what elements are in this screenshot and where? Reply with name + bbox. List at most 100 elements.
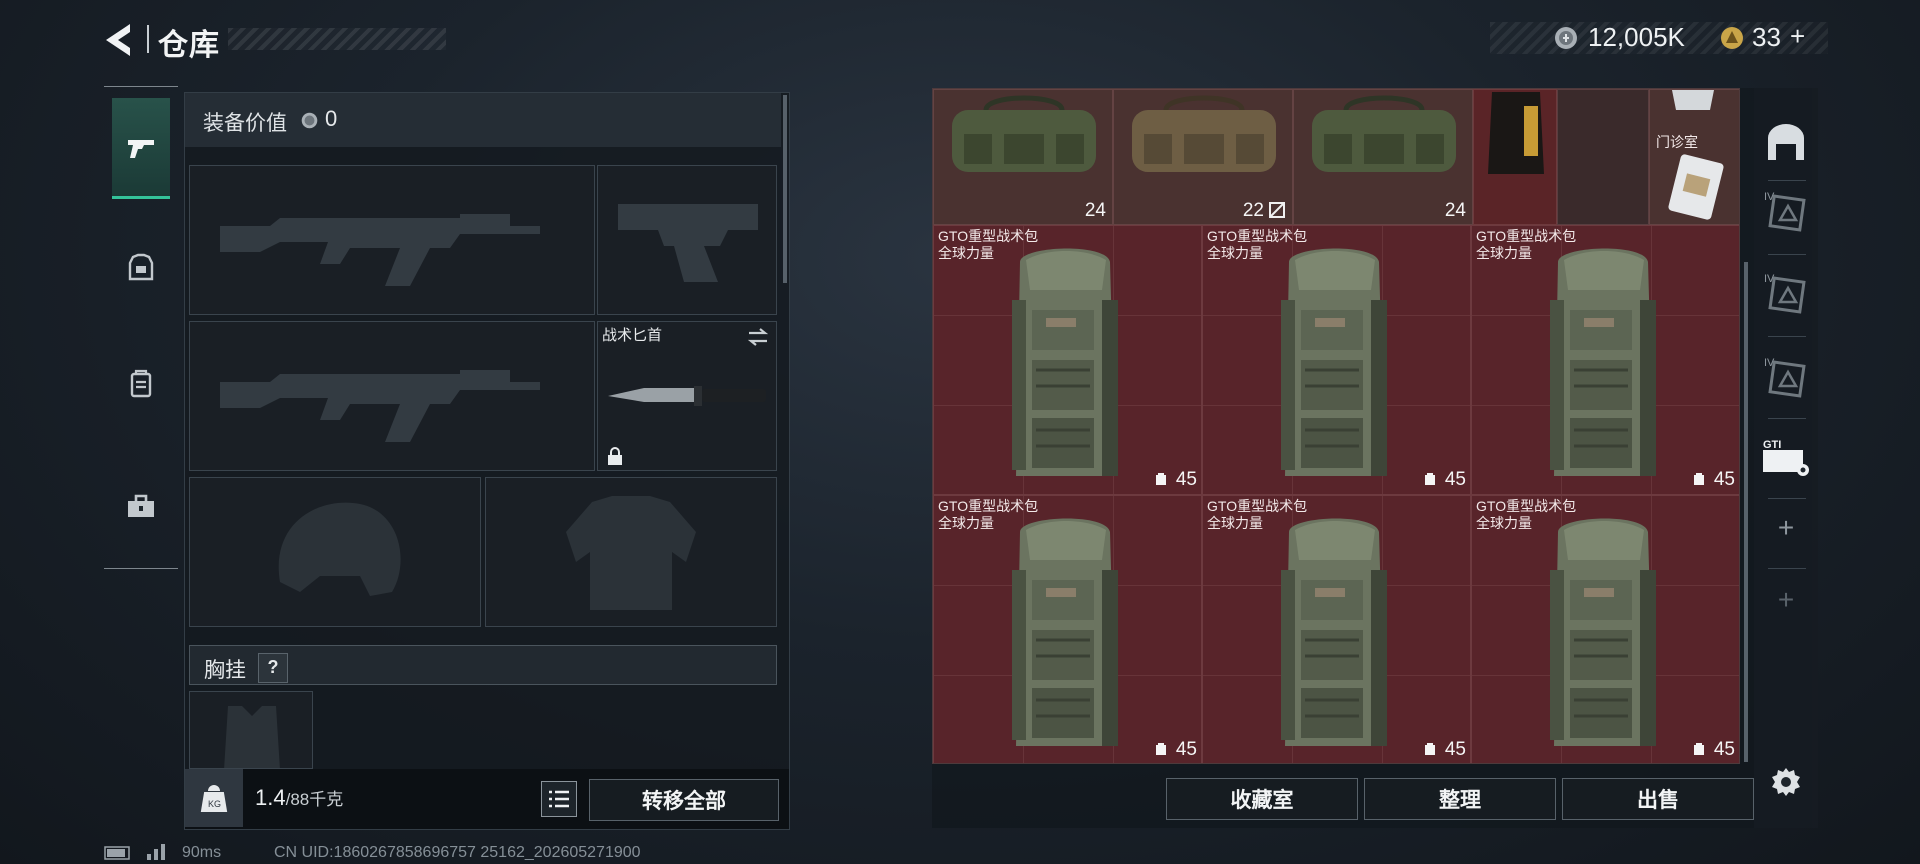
storage-item-backpack[interactable]: GTO重型战术包 全球力量 45 — [933, 495, 1202, 763]
backpack-capacity-icon — [1425, 743, 1435, 755]
sidebar-case-2[interactable]: IV — [1760, 266, 1812, 318]
tactical-backpack-icon — [1281, 518, 1387, 746]
duffel-capacity: 22 — [1242, 200, 1264, 221]
equipment-value-label: 装备价值 — [203, 112, 287, 135]
tactical-backpack-icon — [1281, 248, 1387, 476]
gear-icon — [1772, 768, 1800, 796]
ping-readout: 90ms — [182, 844, 222, 861]
helmet-slot[interactable] — [189, 477, 481, 627]
duffel-capacity: 24 — [1084, 200, 1106, 221]
storage-item-duffel[interactable]: 24 — [1293, 89, 1473, 225]
svg-text:KG: KG — [208, 799, 221, 809]
knife-icon — [608, 386, 766, 406]
duffel-bag-icon — [1132, 95, 1276, 172]
tab-backpacks[interactable] — [112, 356, 170, 412]
loadout-panel: 装备价值 0 战术匕首 胸挂 ? KG 1.4/88千克 转移全部 — [184, 92, 790, 830]
carry-weight-value: 1.4 — [255, 785, 286, 810]
storage-item-duffel[interactable]: 22 — [1113, 89, 1293, 225]
battery-icon — [104, 846, 130, 860]
case-icon: IV — [1764, 273, 1806, 314]
tactical-backpack-icon — [1012, 518, 1118, 746]
sidebar-case-1[interactable]: IV — [1760, 184, 1812, 236]
equipment-value-amount: 0 — [325, 106, 338, 131]
vest-silhouette-icon — [566, 496, 696, 610]
list-icon — [549, 790, 569, 808]
backpack-brand: 全球力量 — [938, 515, 994, 531]
loadout-header: 装备价值 0 — [185, 93, 781, 147]
secondary-rifle-slot[interactable] — [189, 321, 595, 471]
chest-rig-header: 胸挂 ? — [189, 645, 777, 685]
helmet-silhouette-icon — [278, 502, 401, 596]
backpack-capacity-icon — [1156, 473, 1166, 485]
gold-amount: 33 — [1752, 22, 1781, 52]
body-armor-slot[interactable] — [485, 477, 777, 627]
case-icon: IV — [1764, 357, 1806, 398]
duffel-bag-icon — [1312, 95, 1456, 172]
backpack-capacity-icon — [1694, 473, 1704, 485]
backpack-icon — [130, 369, 152, 398]
warehouse-icon — [1768, 124, 1804, 160]
backpack-brand: 全球力量 — [1207, 515, 1263, 531]
tab-armor[interactable] — [112, 240, 170, 296]
storage-item-backpack[interactable]: GTO重型战术包 全球力量 45 — [933, 225, 1202, 495]
storage-item-backpack[interactable]: GTO重型战术包 全球力量 45 — [1202, 495, 1471, 763]
storage-item-clinic-card[interactable]: 门诊室 — [1649, 89, 1739, 225]
storage-scrollbar[interactable] — [1744, 262, 1748, 762]
card-icon — [1672, 90, 1714, 110]
collection-room-button[interactable]: 收藏室 — [1166, 778, 1358, 820]
sort-button[interactable]: 整理 — [1364, 778, 1556, 820]
coffee-bag-icon — [1488, 92, 1544, 174]
chest-rig-label: 胸挂 — [204, 659, 246, 682]
tab-weapons[interactable] — [112, 98, 170, 199]
chest-rig-help-button[interactable]: ? — [258, 653, 288, 683]
gold-plus-button[interactable]: + — [1790, 21, 1805, 52]
backpack-brand: 全球力量 — [1476, 245, 1532, 261]
storage-empty-cell[interactable] — [1557, 89, 1649, 225]
storage-grid: 24 22 24 门诊室 GTO重型战术包 全球力量 45 GTO重型战术包 全… — [932, 88, 1740, 764]
backpack-brand: 全球力量 — [1476, 515, 1532, 531]
storage-item-backpack[interactable]: GTO重型战术包 全球力量 45 — [1471, 225, 1739, 495]
pistol-icon — [128, 140, 154, 158]
storage-item-coffee-bag[interactable] — [1473, 89, 1557, 225]
tab-tools[interactable] — [112, 478, 170, 534]
sidebar-gti-case[interactable]: GTI — [1760, 432, 1812, 484]
backpack-capacity: 45 — [1444, 469, 1466, 490]
keycard-icon — [1668, 154, 1724, 220]
knife-label: 战术匕首 — [602, 327, 663, 344]
sell-button[interactable]: 出售 — [1562, 778, 1754, 820]
backpack-brand: 全球力量 — [1207, 245, 1263, 261]
carry-weight-capacity: /88千克 — [285, 790, 344, 809]
case-icon: IV — [1764, 191, 1806, 232]
sidebar-warehouse[interactable] — [1760, 116, 1812, 168]
storage-item-backpack[interactable]: GTO重型战术包 全球力量 45 — [1202, 225, 1471, 495]
sidebar-case-3[interactable]: IV — [1760, 350, 1812, 402]
backpack-capacity: 45 — [1444, 739, 1466, 760]
rifle-silhouette-icon — [220, 214, 540, 286]
lock-icon — [608, 447, 622, 465]
sidebar-add-slot[interactable]: + — [1760, 502, 1812, 554]
knife-slot[interactable]: 战术匕首 — [597, 321, 777, 471]
settings-button[interactable] — [1760, 756, 1812, 808]
no-entry-icon — [1269, 202, 1285, 218]
swap-icon[interactable] — [746, 326, 770, 348]
category-tabs — [104, 86, 178, 570]
backpack-capacity: 45 — [1175, 739, 1197, 760]
transfer-all-button[interactable]: 转移全部 — [589, 779, 779, 821]
tactical-backpack-icon — [1012, 248, 1118, 476]
secondary-weapon-slot[interactable] — [597, 165, 777, 315]
duffel-capacity: 24 — [1444, 200, 1466, 221]
chest-rig-slot[interactable] — [189, 691, 313, 769]
silver-coin-icon — [301, 112, 318, 129]
storage-item-duffel[interactable]: 24 — [933, 89, 1113, 225]
chest-rig-silhouette-icon — [224, 706, 280, 768]
silver-coin-icon — [1555, 27, 1577, 49]
backpack-capacity: 45 — [1713, 739, 1735, 760]
list-view-button[interactable] — [541, 781, 577, 817]
primary-weapon-slot[interactable] — [189, 165, 595, 315]
backpack-brand: 全球力量 — [938, 245, 994, 261]
loadout-scrollbar[interactable] — [783, 95, 787, 283]
carry-weight: 1.4/88千克 — [255, 785, 343, 811]
back-arrow-icon[interactable] — [100, 20, 136, 60]
storage-item-backpack[interactable]: GTO重型战术包 全球力量 45 — [1471, 495, 1739, 763]
sidebar-add-slot-locked[interactable]: + — [1760, 574, 1812, 626]
